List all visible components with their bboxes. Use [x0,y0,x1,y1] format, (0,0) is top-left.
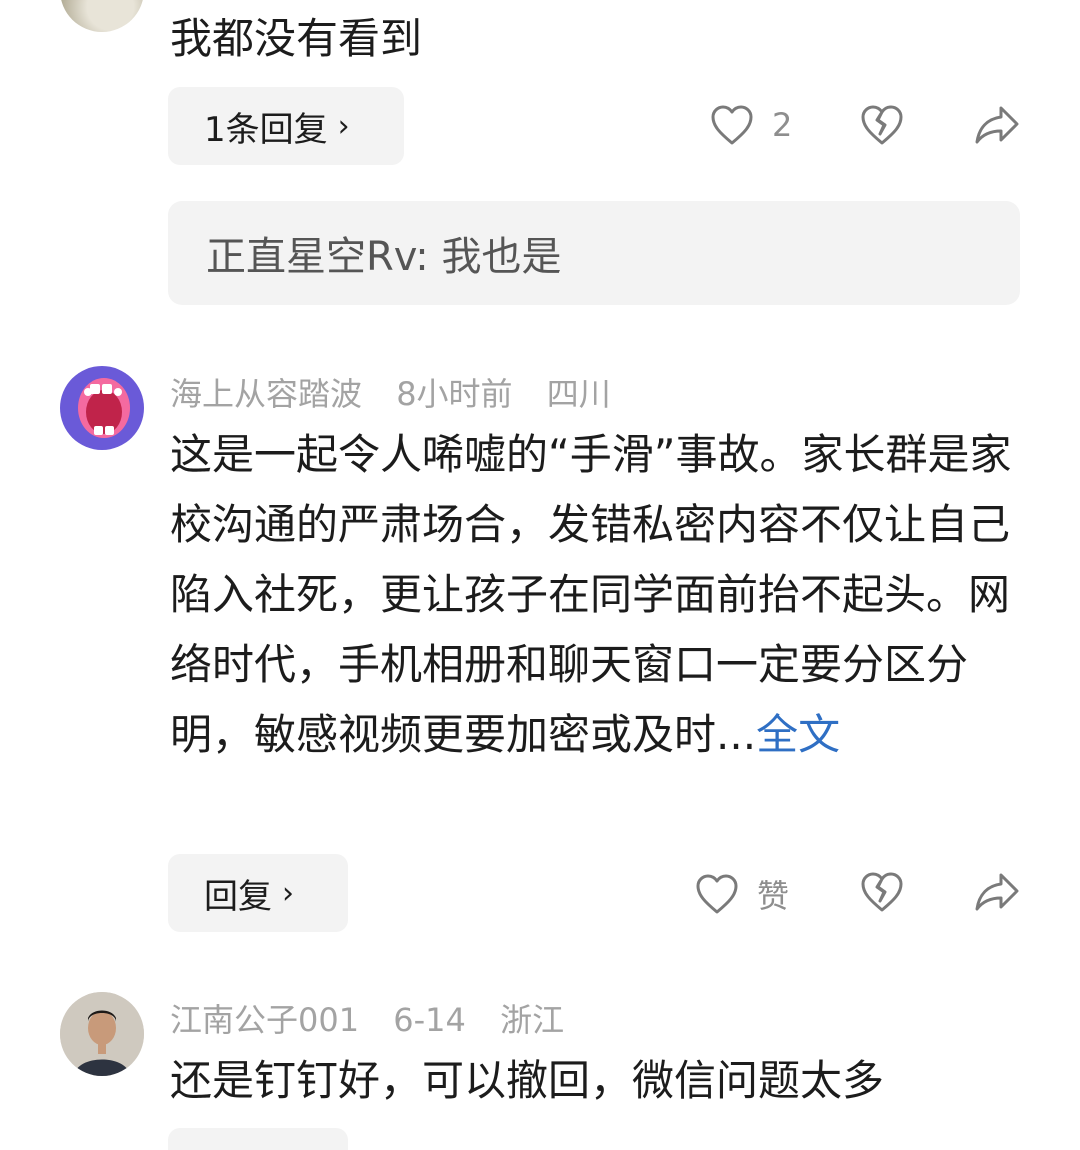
avatar[interactable] [60,366,144,450]
share-button[interactable] [974,104,1020,146]
share-arrow-icon [975,106,1019,144]
like-label: 赞 [757,877,790,915]
avatar[interactable] [60,0,144,32]
avatar[interactable] [60,992,144,1076]
timestamp: 8小时前 [396,375,513,413]
username[interactable]: 江南公子001 [170,1001,359,1039]
view-replies-button[interactable]: 1条回复 › [168,87,404,165]
location: 浙江 [500,1001,565,1039]
username[interactable]: 海上从容踏波 [170,375,362,413]
comment-meta: 江南公子001 6-14 浙江 [170,995,588,1041]
location: 四川 [546,375,611,413]
chevron-right-icon: › [282,875,294,911]
comment-text: 我都没有看到 [170,14,423,63]
reply-label: 回复 [204,876,272,917]
reply-button[interactable]: 回复 › [168,854,348,932]
broken-heart-icon [861,105,903,145]
reply-preview[interactable]: 正直星空Rv: 我也是 [168,201,1020,305]
dislike-button[interactable] [860,871,904,913]
like-count: 2 [772,106,793,144]
dislike-button[interactable] [860,104,904,146]
comment-text: 这是一起令人唏嘘的“手滑”事故。家长群是家校沟通的严肃场合，发错私密内容不仅让自… [170,420,1030,770]
reply-preview-text: 正直星空Rv: 我也是 [206,234,562,280]
comment-text-content: 这是一起令人唏嘘的“手滑”事故。家长群是家校沟通的严肃场合，发错私密内容不仅让自… [170,430,1012,759]
expand-full-text-link[interactable]: 全文 [756,710,840,759]
like-button[interactable]: 2 [710,104,792,146]
chevron-right-icon: › [337,108,350,144]
reply-button-partial[interactable] [168,1128,348,1150]
comment-meta: 海上从容踏波 8小时前 四川 [170,369,635,415]
broken-heart-icon [861,872,903,912]
heart-outline-icon [696,874,738,914]
timestamp: 6-14 [393,1001,466,1039]
heart-outline-icon [711,105,753,145]
like-button[interactable]: 赞 [695,871,789,917]
comment-text: 还是钉钉好，可以撤回，微信问题太多 [170,1056,885,1105]
reply-label: 1条回复 [204,109,328,150]
share-button[interactable] [974,871,1020,913]
share-arrow-icon [975,873,1019,911]
